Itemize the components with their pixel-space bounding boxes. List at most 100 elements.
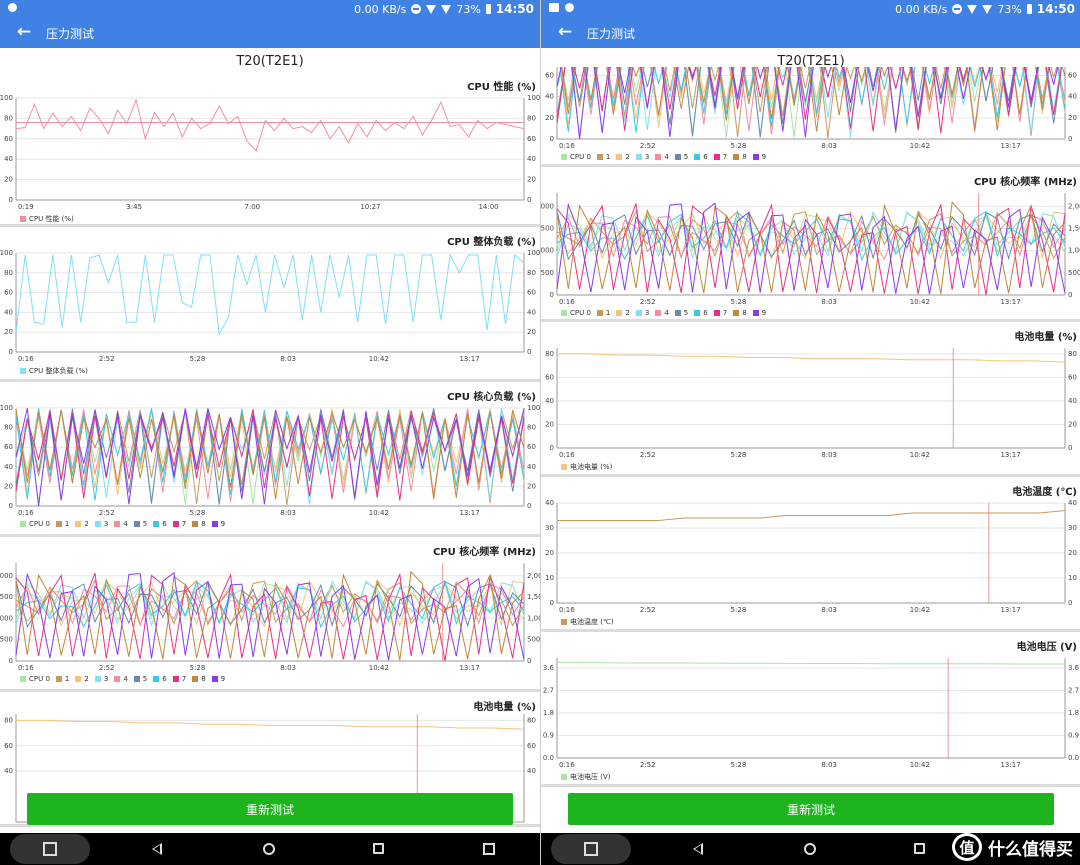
legend-item: 3 bbox=[94, 675, 108, 683]
y-tick-label: 500 bbox=[541, 269, 554, 277]
chart-svg: 0 0 20 20 40 40 60 60 80 80 100 100 0:16 2:52 5:28 8:03… bbox=[0, 404, 540, 517]
legend-label: 3 bbox=[103, 520, 109, 528]
y-tick-label: 30 bbox=[545, 524, 554, 532]
y-tick-label: 0 bbox=[527, 196, 531, 204]
legend-item: 7 bbox=[172, 520, 186, 528]
legend-item: 6 bbox=[694, 153, 708, 161]
app-title: 压力测试 bbox=[46, 27, 95, 41]
legend-swatch bbox=[694, 154, 701, 160]
screenshot-tool-button[interactable] bbox=[551, 834, 631, 864]
voltage-series bbox=[556, 662, 1065, 665]
nav-recents-button[interactable] bbox=[373, 843, 384, 854]
nav-recents-button[interactable] bbox=[914, 843, 925, 854]
legend-label: 9 bbox=[761, 309, 767, 317]
legend-item: 2 bbox=[75, 675, 89, 683]
app-title: 压力测试 bbox=[587, 27, 636, 41]
chart-legend: CPU 0 1 2 3 4 5 6 7 8 9 bbox=[561, 153, 766, 161]
chart-legend: CPU 0 1 2 3 4 5 6 7 8 9 bbox=[561, 309, 766, 317]
legend-item: 3 bbox=[635, 153, 649, 161]
back-arrow-icon[interactable]: ← bbox=[15, 23, 33, 41]
legend-label: 2 bbox=[625, 309, 630, 317]
legend-swatch bbox=[114, 521, 121, 527]
chart-svg: 0 0 500 500 1,000 1,000 1,500 1,500 2,000 2,000 0:… bbox=[541, 193, 1080, 306]
legend-label: 6 bbox=[162, 675, 167, 683]
y-tick-label: 60 bbox=[4, 289, 13, 297]
y-tick-label: 1,500 bbox=[1068, 224, 1080, 232]
legend-swatch bbox=[211, 521, 218, 527]
y-tick-label: 0.9 bbox=[1068, 732, 1079, 740]
legend-label: 5 bbox=[683, 309, 689, 317]
y-tick-label: 100 bbox=[527, 94, 540, 102]
y-tick-label: 40 bbox=[4, 463, 13, 471]
battery-icon bbox=[1026, 4, 1032, 14]
legend-swatch bbox=[172, 676, 179, 682]
legend-swatch bbox=[596, 154, 603, 160]
legend-item: 1 bbox=[596, 153, 611, 161]
x-tick-label: 10:42 bbox=[910, 606, 930, 614]
legend-label: 2 bbox=[84, 520, 89, 528]
legend-label: CPU 0 bbox=[29, 520, 50, 528]
y-tick-label: 60 bbox=[545, 71, 554, 79]
x-tick-label: 13:17 bbox=[1000, 761, 1020, 769]
y-tick-label: 1.8 bbox=[1068, 709, 1079, 717]
legend-label: 6 bbox=[703, 309, 708, 317]
nav-home-button[interactable] bbox=[804, 843, 816, 855]
y-tick-label: 1,500 bbox=[527, 593, 540, 601]
y-tick-label: 60 bbox=[4, 135, 13, 143]
battery-percent: 73% bbox=[456, 2, 481, 16]
y-tick-label: 2,000 bbox=[541, 202, 554, 210]
retest-button[interactable]: 重新测试 bbox=[568, 793, 1054, 825]
chart-legend: CPU 0 1 2 3 4 5 6 7 8 9 bbox=[20, 675, 225, 683]
clock: 14:50 bbox=[495, 2, 534, 16]
legend-swatch bbox=[20, 216, 26, 222]
back-arrow-icon[interactable]: ← bbox=[556, 23, 574, 41]
nav-home-button[interactable] bbox=[263, 843, 275, 855]
y-tick-label: 2.7 bbox=[543, 687, 554, 695]
legend-swatch bbox=[752, 154, 759, 160]
x-tick-label: 2:52 bbox=[640, 761, 656, 769]
legend-swatch bbox=[172, 521, 179, 527]
legend-label: 2 bbox=[84, 675, 89, 683]
legend-label: CPU 0 bbox=[570, 309, 591, 317]
chart-svg: 0 0 500 500 1,000 1,000 1,500 1,500 2,000 2,000 0:… bbox=[0, 563, 540, 672]
legend-item: CPU 0 bbox=[561, 153, 591, 161]
legend-item: CPU 0 bbox=[20, 675, 50, 683]
legend-swatch bbox=[20, 521, 26, 527]
nav-back-button[interactable] bbox=[693, 843, 703, 855]
core-freq-card: CPU 核心频率 (MHz)005005001,0001,0001,5001,5… bbox=[541, 167, 1080, 322]
core-load-card: CPU 核心负载 (%) 0 0 20 20 40 40 60 60 80 80 100 100 0:16… bbox=[0, 382, 540, 537]
legend-label: 1 bbox=[605, 153, 611, 161]
screenshot-tool-button[interactable] bbox=[10, 834, 90, 864]
legend-item: 电池温度 (℃) bbox=[561, 617, 614, 627]
y-tick-label: 80 bbox=[4, 114, 13, 122]
x-tick-label: 13:17 bbox=[1000, 451, 1020, 459]
chart-svg: 0 0 20 20 40 40 60 60 0:16 2:52 5:28 8:03 10:42 13:17 bbox=[545, 67, 1077, 150]
y-tick-label: 40 bbox=[1068, 93, 1077, 101]
legend-label: CPU 整体负载 (%) bbox=[29, 367, 88, 375]
nav-back-button[interactable] bbox=[152, 843, 162, 855]
battery-icon bbox=[485, 4, 491, 14]
y-tick-label: 0 bbox=[1068, 444, 1072, 452]
x-tick-label: 2:52 bbox=[99, 509, 115, 517]
legend-label: 9 bbox=[761, 153, 767, 161]
x-tick-label: 2:52 bbox=[99, 355, 115, 363]
legend-swatch bbox=[596, 310, 603, 316]
legend-item: 2 bbox=[616, 309, 630, 317]
legend-item: 1 bbox=[55, 520, 69, 528]
x-tick-label: 2:52 bbox=[640, 142, 656, 150]
x-tick-label: 13:17 bbox=[459, 664, 479, 672]
chart-legend: CPU 0 1 2 3 4 5 6 7 8 9 bbox=[20, 520, 225, 528]
notification-icon bbox=[565, 3, 574, 12]
device-title: T20(T2E1) bbox=[236, 54, 304, 69]
y-tick-label: 80 bbox=[545, 350, 554, 358]
y-tick-label: 40 bbox=[527, 767, 536, 775]
y-tick-label: 100 bbox=[0, 404, 13, 412]
y-tick-label: 0 bbox=[1068, 599, 1072, 607]
legend-item: 5 bbox=[133, 675, 147, 683]
legend-label: 4 bbox=[664, 153, 669, 161]
nav-screenshot-button[interactable] bbox=[483, 843, 495, 855]
retest-button[interactable]: 重新测试 bbox=[27, 793, 513, 825]
y-tick-label: 0 bbox=[1068, 135, 1072, 143]
x-tick-label: 0:16 bbox=[18, 509, 34, 517]
chart-svg: 0 0 20 20 40 40 60 60 80 80 0:16 2:52 5:28 8:03 10:42 1… bbox=[545, 348, 1077, 459]
